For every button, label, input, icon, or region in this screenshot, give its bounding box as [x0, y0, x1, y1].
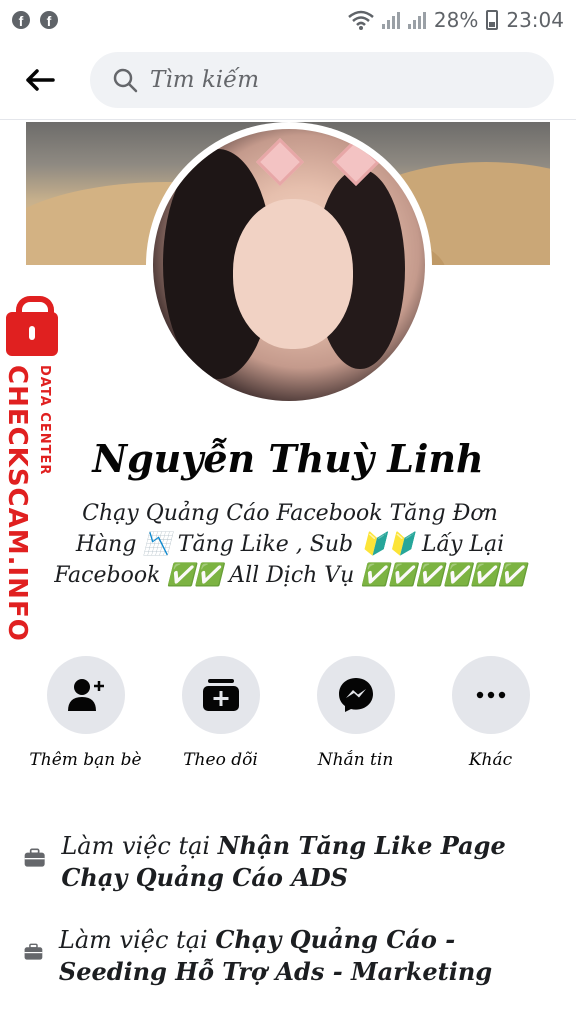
- system-status: 28% 23:04: [348, 8, 564, 32]
- more-icon: [476, 691, 505, 699]
- more-label: Khác: [468, 750, 513, 770]
- message-button[interactable]: Nhắn tin: [288, 656, 423, 770]
- more-button[interactable]: Khác: [423, 656, 558, 770]
- work-item[interactable]: Làm việc tại Chạy Quảng Cáo - Seeding Hỗ…: [24, 924, 554, 988]
- facebook-notification-icon: f: [40, 11, 58, 29]
- watermark-text: CHECKSCAM.INFO: [2, 365, 32, 642]
- briefcase-icon: [24, 848, 45, 867]
- follow-label: Theo dõi: [183, 750, 258, 770]
- follow-circle[interactable]: [181, 656, 260, 734]
- sim2-signal-icon: [407, 11, 426, 29]
- more-circle[interactable]: [451, 656, 530, 734]
- back-button[interactable]: [22, 62, 58, 98]
- follow-icon: [202, 679, 239, 711]
- battery-icon: [486, 10, 499, 30]
- add-friend-circle[interactable]: [46, 656, 125, 734]
- wifi-icon: [348, 10, 374, 30]
- profile-name: Nguyễn Thuỳ Linh: [92, 436, 484, 481]
- briefcase-icon: [24, 943, 43, 960]
- messenger-icon: [338, 678, 373, 712]
- search-icon: [113, 68, 138, 92]
- top-bar: Tìm kiếm: [0, 40, 576, 120]
- status-bar: f f 28% 23:04: [0, 0, 576, 40]
- profile-bio: Chạy Quảng Cáo Facebook Tăng Đơn Hàng 📉 …: [54, 501, 526, 588]
- work-text: Làm việc tại Chạy Quảng Cáo - Seeding Hỗ…: [58, 925, 493, 986]
- back-arrow-icon: [26, 68, 55, 91]
- profile-picture[interactable]: [146, 122, 432, 408]
- facebook-notification-icon: f: [12, 11, 30, 29]
- clock: 23:04: [506, 8, 564, 32]
- battery-percent: 28%: [433, 8, 479, 32]
- follow-button[interactable]: Theo dõi: [153, 656, 288, 770]
- work-text: Làm việc tại Nhận Tăng Like Page Chạy Qu…: [61, 831, 506, 892]
- lock-icon: [6, 296, 58, 356]
- add-friend-label: Thêm bạn bè: [29, 750, 142, 770]
- sim-signal-icon: [381, 11, 400, 29]
- profile-actions: Thêm bạn bè Theo dõi Nhắn tin Khác: [18, 656, 558, 770]
- avatar-image: [153, 129, 425, 401]
- add-friend-icon: [67, 679, 104, 711]
- add-friend-button[interactable]: Thêm bạn bè: [18, 656, 153, 770]
- search-input[interactable]: Tìm kiếm: [90, 51, 554, 108]
- work-item[interactable]: Làm việc tại Nhận Tăng Like Page Chạy Qu…: [24, 830, 554, 894]
- message-label: Nhắn tin: [317, 750, 394, 770]
- message-circle[interactable]: [316, 656, 395, 734]
- search-placeholder: Tìm kiếm: [150, 66, 260, 93]
- notification-icons: f f: [12, 11, 58, 29]
